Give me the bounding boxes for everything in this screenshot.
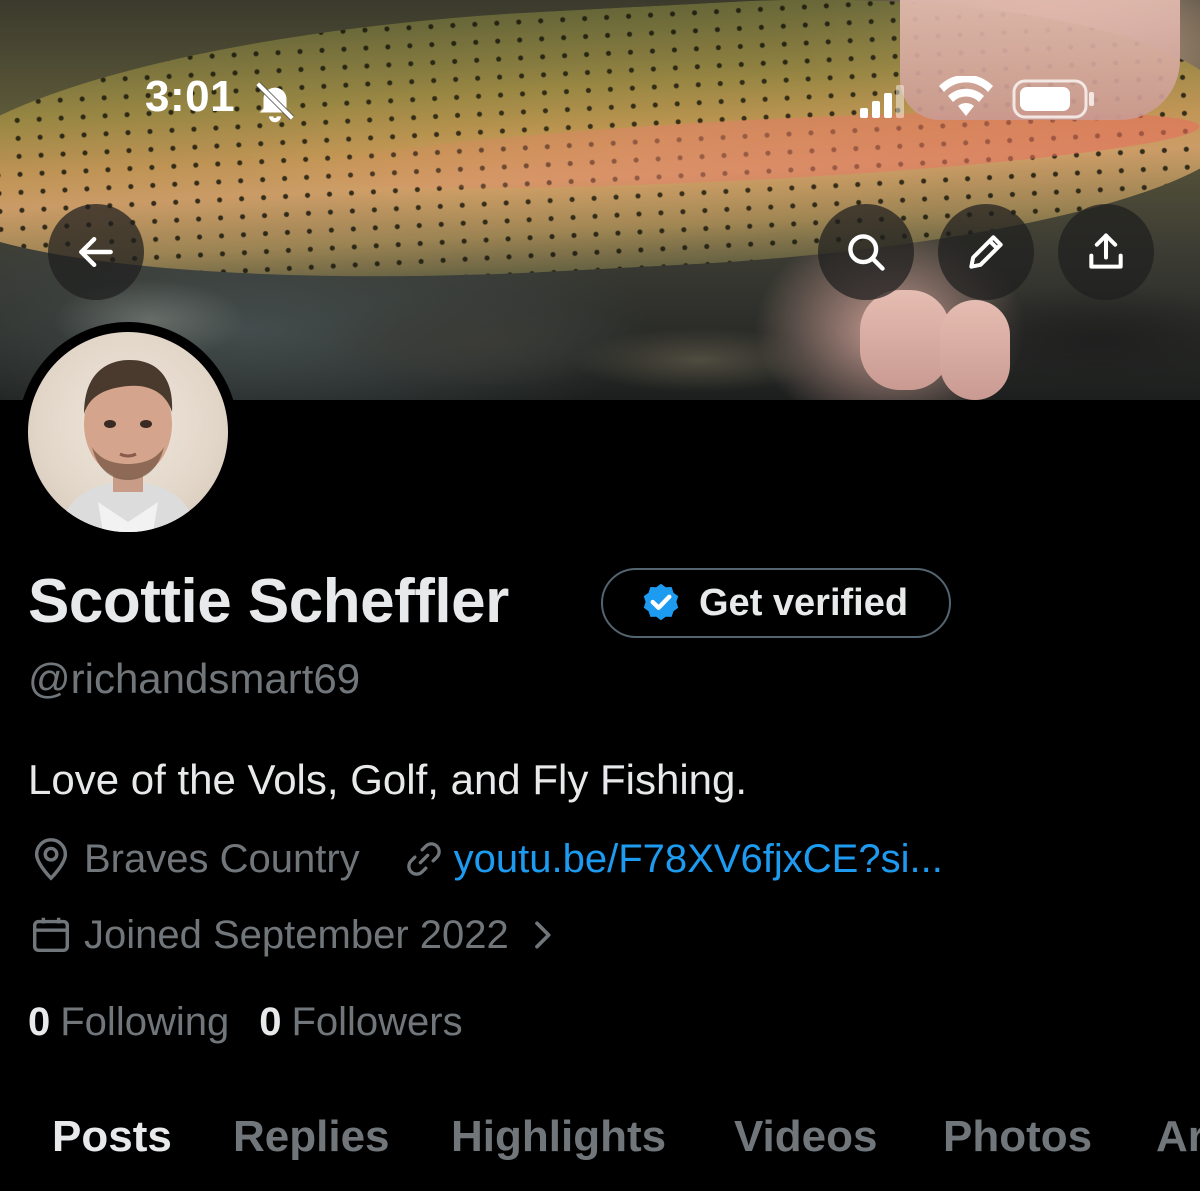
get-verified-button[interactable]: Get verified	[601, 568, 951, 638]
get-verified-label: Get verified	[699, 581, 909, 624]
status-time: 3:01	[145, 72, 236, 121]
followers-count: 0	[259, 1000, 282, 1044]
profile-avatar[interactable]	[18, 322, 238, 542]
avatar-photo	[28, 332, 228, 532]
avatar-portrait	[58, 360, 198, 532]
link-icon	[406, 842, 441, 876]
location-pin-icon	[34, 838, 68, 881]
wifi-icon	[939, 76, 993, 116]
tab-highlights[interactable]: Highlights	[451, 1112, 666, 1162]
verified-badge-icon	[643, 583, 679, 621]
back-button[interactable]	[48, 204, 144, 300]
profile-joined-row[interactable]: Joined September 2022	[28, 912, 559, 958]
edit-button[interactable]	[938, 204, 1034, 300]
followers-link[interactable]: 0 Followers	[259, 1000, 462, 1045]
tab-posts[interactable]: Posts	[52, 1112, 172, 1162]
share-button[interactable]	[1058, 204, 1154, 300]
followers-label: Followers	[291, 1000, 463, 1044]
profile-bio: Love of the Vols, Golf, and Fly Fishing.	[28, 756, 748, 803]
tab-articles[interactable]: Ar	[1156, 1112, 1200, 1162]
following-label: Following	[60, 1000, 230, 1044]
calendar-icon	[32, 917, 70, 953]
tab-replies[interactable]: Replies	[233, 1112, 390, 1162]
following-count: 0	[28, 1000, 51, 1044]
profile-name: Scottie Scheffler	[28, 567, 509, 636]
profile-joined-date: Joined September 2022	[84, 912, 509, 957]
share-icon	[1089, 233, 1123, 269]
profile-handle: @richandsmart69	[28, 655, 361, 702]
battery-icon	[1012, 79, 1094, 119]
profile-location: Braves Country	[84, 836, 360, 881]
tab-videos[interactable]: Videos	[734, 1112, 877, 1162]
search-button[interactable]	[818, 204, 914, 300]
pencil-icon	[969, 235, 1003, 269]
back-arrow-icon	[79, 236, 113, 268]
following-link[interactable]: 0 Following	[28, 1000, 229, 1045]
search-icon	[848, 234, 885, 271]
bell-muted-icon	[255, 81, 295, 123]
banner-finger	[940, 300, 1010, 400]
profile-website-link[interactable]: youtu.be/F78XV6fjxCE?si...	[454, 837, 943, 882]
cellular-signal-icon	[860, 85, 904, 118]
follow-stats: 0 Following 0 Followers	[28, 1000, 463, 1045]
banner-finger	[860, 290, 950, 390]
chevron-right-icon	[534, 921, 551, 949]
profile-tabs: Posts Replies Highlights Videos Photos A…	[0, 1100, 1200, 1191]
profile-meta-row: Braves Country youtu.be/F78XV6fjxCE?si..…	[28, 836, 943, 882]
tab-photos[interactable]: Photos	[943, 1112, 1092, 1162]
